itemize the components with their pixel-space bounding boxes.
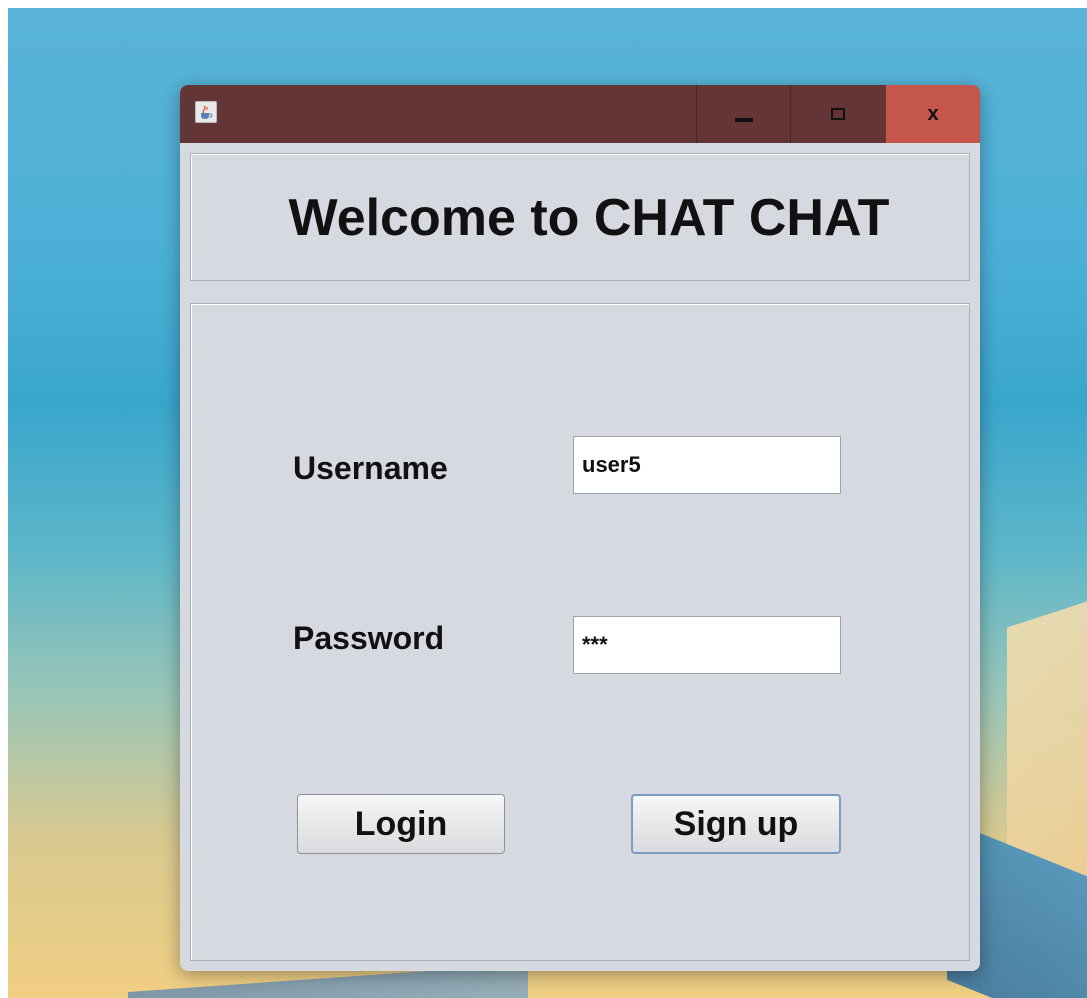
page-title: Welcome to CHAT CHAT	[288, 189, 890, 247]
username-label: Username	[293, 450, 448, 486]
close-icon: x	[927, 103, 939, 125]
signup-button[interactable]: Sign up	[631, 794, 841, 854]
close-button[interactable]: x	[886, 85, 980, 143]
username-input[interactable]	[573, 436, 841, 494]
maximize-icon	[830, 108, 845, 120]
password-input[interactable]	[573, 616, 841, 674]
login-window: x Welcome to CHAT CHAT Username Password…	[180, 85, 980, 971]
header-panel: Welcome to CHAT CHAT	[190, 153, 970, 281]
password-label: Password	[293, 620, 445, 656]
maximize-button[interactable]	[790, 85, 884, 143]
login-form-panel: Username Password Login Sign up	[190, 303, 970, 961]
java-coffee-cup-icon	[195, 101, 217, 123]
minimize-icon	[734, 118, 753, 122]
window-titlebar[interactable]: x	[180, 85, 980, 143]
minimize-button[interactable]	[696, 85, 790, 143]
login-button[interactable]: Login	[297, 794, 505, 854]
